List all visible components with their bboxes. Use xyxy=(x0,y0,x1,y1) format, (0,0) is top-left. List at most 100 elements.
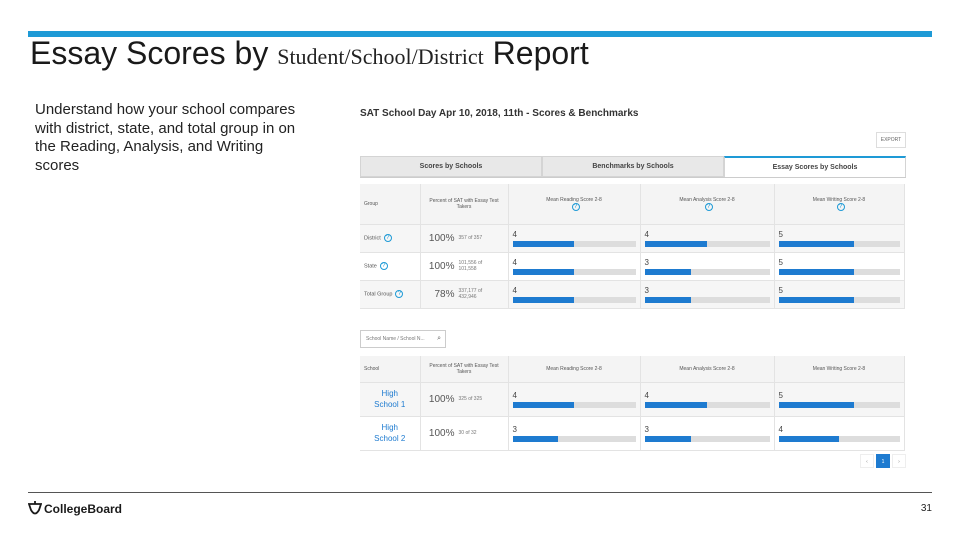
group-table-header: Group Percent of SAT with Essay Test Tak… xyxy=(360,184,905,225)
group-cell: District? xyxy=(360,224,421,253)
score-bar xyxy=(512,435,636,442)
score-bar-fill xyxy=(778,435,839,442)
count-value: 325 of 325 xyxy=(458,396,483,402)
school-name-line1: High xyxy=(381,389,398,398)
help-icon[interactable]: ? xyxy=(395,290,404,298)
header-writing: Mean Writing Score 2-8 xyxy=(774,356,905,383)
score-bar xyxy=(512,296,636,303)
group-table-body: District? 100% 357 of 357 4 4 5 State? 100% 101,… xyxy=(360,224,905,309)
group-table: Group Percent of SAT with Essay Test Tak… xyxy=(360,184,905,309)
score-bar xyxy=(644,240,770,247)
prev-page-button[interactable]: ‹ xyxy=(860,454,874,468)
score-bar xyxy=(778,268,900,275)
score-value: 5 xyxy=(778,390,783,400)
score-value: 3 xyxy=(512,424,517,434)
writing-cell: 5 xyxy=(774,382,905,417)
count-value: 30 of 32 xyxy=(458,430,477,436)
writing-cell: 5 xyxy=(774,280,905,309)
score-bar-fill xyxy=(778,401,854,408)
report-screenshot: SAT School Day Apr 10, 2018, 11th - Scor… xyxy=(358,102,908,474)
analysis-cell: 3 xyxy=(640,280,775,309)
school-table-body: High School 1 100% 325 of 325 4 4 5 High School … xyxy=(360,382,905,451)
help-icon[interactable]: ? xyxy=(836,202,845,211)
score-value: 5 xyxy=(778,285,783,295)
title-part-1: Essay Scores by xyxy=(30,35,269,71)
score-value: 4 xyxy=(512,229,517,239)
school-link[interactable]: High School 2 xyxy=(364,422,416,444)
score-bar-fill xyxy=(512,296,574,303)
school-name-line2: School 1 xyxy=(374,400,406,409)
report-heading: SAT School Day Apr 10, 2018, 11th - Scor… xyxy=(360,108,639,119)
header-school: School xyxy=(360,356,421,383)
score-bar xyxy=(512,401,636,408)
score-bar xyxy=(644,296,770,303)
school-search-input[interactable]: School Name / School N... ⌕ xyxy=(360,330,446,348)
score-bar-fill xyxy=(644,401,707,408)
score-value: 3 xyxy=(644,257,649,267)
writing-cell: 5 xyxy=(774,252,905,281)
table-row: High School 1 100% 325 of 325 4 4 5 xyxy=(360,382,905,417)
group-cell: State? xyxy=(360,252,421,281)
school-cell: High School 1 xyxy=(360,382,421,417)
help-icon[interactable]: ? xyxy=(379,262,388,270)
school-name-line2: School 2 xyxy=(374,434,406,443)
count-value: 337,177 of 432,946 xyxy=(458,288,483,300)
help-icon[interactable]: ? xyxy=(383,234,392,242)
score-value: 4 xyxy=(512,390,517,400)
score-value: 3 xyxy=(644,285,649,295)
school-link[interactable]: High School 1 xyxy=(364,388,416,410)
analysis-cell: 4 xyxy=(640,382,775,417)
percent-cell: 100% 30 of 32 xyxy=(420,416,509,451)
slide-title: Essay Scores by Student/School/District … xyxy=(30,34,589,76)
score-bar-fill xyxy=(778,268,854,275)
logo-text: CollegeBoard xyxy=(44,502,123,516)
score-value: 5 xyxy=(778,229,783,239)
tab-scores-by-schools[interactable]: Scores by Schools xyxy=(360,156,542,177)
percent-value: 78% xyxy=(434,288,455,300)
reading-cell: 4 xyxy=(508,382,641,417)
school-table-header: School Percent of SAT with Essay Test Ta… xyxy=(360,356,905,383)
slide: Essay Scores by Student/School/District … xyxy=(0,0,960,540)
score-value: 4 xyxy=(778,424,783,434)
score-bar xyxy=(778,296,900,303)
tab-benchmarks-by-schools[interactable]: Benchmarks by Schools xyxy=(542,156,724,177)
score-bar xyxy=(644,401,770,408)
tab-essay-scores-by-schools[interactable]: Essay Scores by Schools xyxy=(724,156,906,177)
header-percent: Percent of SAT with Essay Test Takers xyxy=(420,184,509,225)
score-bar-fill xyxy=(512,435,558,442)
score-bar xyxy=(644,268,770,275)
group-cell: Total Group? xyxy=(360,280,421,309)
page-number: 31 xyxy=(920,503,932,514)
score-bar xyxy=(778,435,900,442)
title-part-2: Student/School/District xyxy=(277,44,484,69)
school-name-line1: High xyxy=(381,423,398,432)
score-bar-fill xyxy=(644,240,707,247)
score-bar-fill xyxy=(512,268,574,275)
header-analysis: Mean Analysis Score 2-8 xyxy=(640,356,775,383)
page-1-button[interactable]: 1 xyxy=(876,454,890,468)
percent-cell: 78% 337,177 of 432,946 xyxy=(420,280,509,309)
score-value: 4 xyxy=(644,390,649,400)
search-icon: ⌕ xyxy=(437,335,441,342)
export-button[interactable]: EXPORT xyxy=(876,132,906,148)
reading-cell: 4 xyxy=(508,280,641,309)
help-icon[interactable]: ? xyxy=(704,202,713,211)
table-row: District? 100% 357 of 357 4 4 5 xyxy=(360,224,905,253)
percent-cell: 100% 357 of 357 xyxy=(420,224,509,253)
percent-value: 100% xyxy=(428,260,455,272)
header-reading: Mean Reading Score 2-8? xyxy=(508,184,641,225)
table-row: Total Group? 78% 337,177 of 432,946 4 3 5 xyxy=(360,280,905,309)
reading-cell: 3 xyxy=(508,416,641,451)
help-icon[interactable]: ? xyxy=(571,202,580,211)
writing-cell: 5 xyxy=(774,224,905,253)
next-page-button[interactable]: › xyxy=(892,454,906,468)
reading-cell: 4 xyxy=(508,252,641,281)
header-writing-label: Mean Writing Score 2-8 xyxy=(812,196,866,203)
header-writing: Mean Writing Score 2-8? xyxy=(774,184,905,225)
percent-value: 100% xyxy=(428,232,455,244)
group-name: State xyxy=(364,263,377,270)
score-bar xyxy=(644,435,770,442)
count-value: 357 of 357 xyxy=(458,235,483,241)
header-group: Group xyxy=(360,184,421,225)
report-tabs: Scores by Schools Benchmarks by Schools … xyxy=(360,156,906,178)
